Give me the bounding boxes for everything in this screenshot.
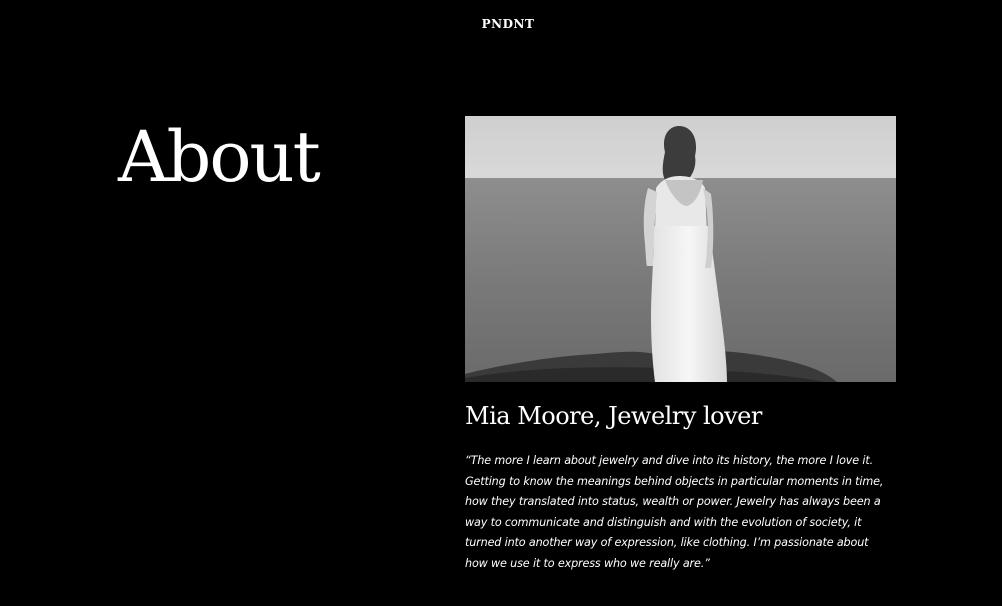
about-page: PNDNT About Mia Moore, Jewelry lover “Th… — [0, 0, 1002, 606]
page-title: About — [118, 116, 321, 198]
about-quote: “The more I learn about jewelry and dive… — [465, 454, 884, 570]
portrait-photo — [465, 116, 896, 382]
person-name-title: Mia Moore, Jewelry lover — [465, 402, 762, 430]
site-logo[interactable]: PNDNT — [0, 17, 1002, 31]
